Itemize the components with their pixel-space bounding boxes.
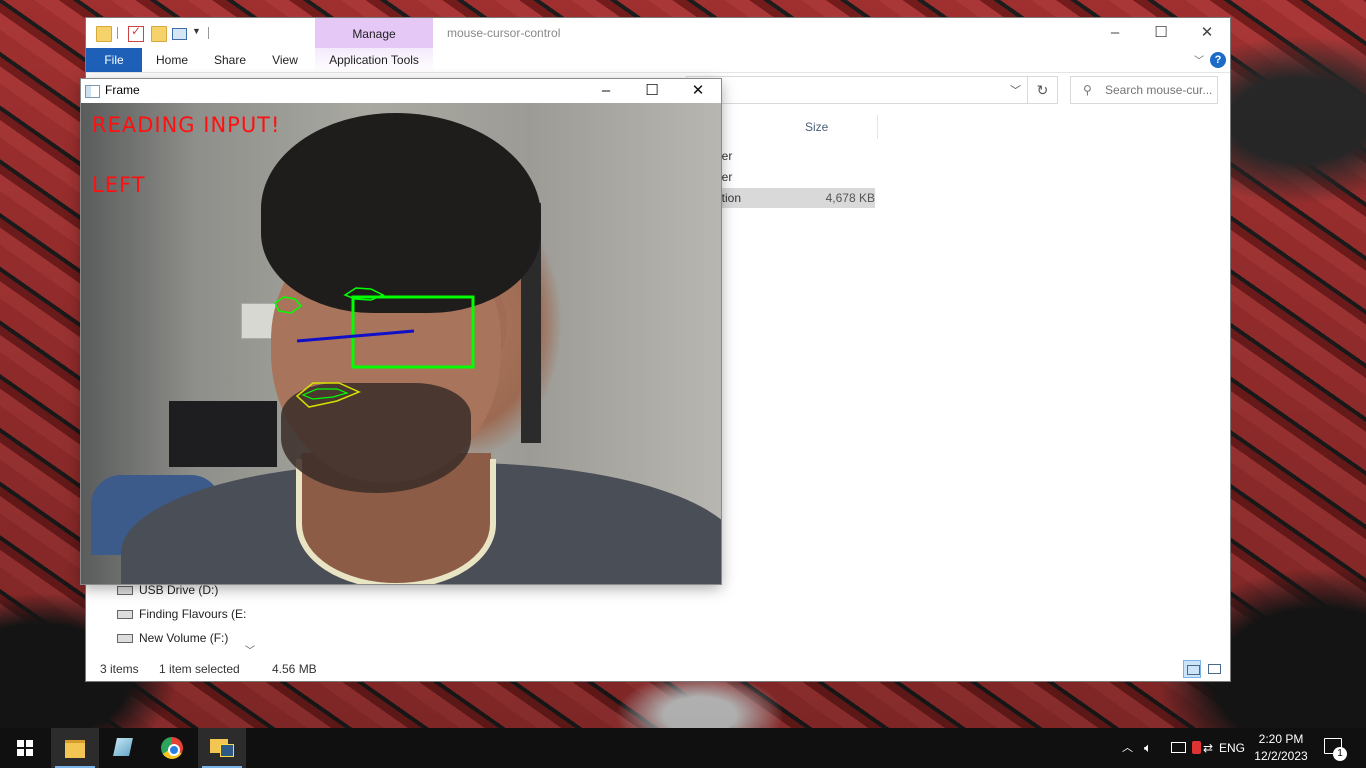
sync-icon[interactable]: ⇄: [1203, 728, 1213, 768]
chevron-down-icon[interactable]: ﹀: [1010, 82, 1021, 98]
search-icon: ⚲: [1083, 83, 1092, 97]
nav-item-label: New Volume (F:): [139, 631, 229, 645]
tab-share[interactable]: Share: [205, 48, 255, 72]
details-view-icon: [1187, 665, 1200, 675]
frame-title: Frame: [105, 83, 140, 97]
maximize-button[interactable]: ☐: [1138, 18, 1184, 48]
tab-file[interactable]: File: [86, 48, 142, 72]
tab-application-tools[interactable]: Application Tools: [315, 48, 433, 72]
toolbar-divider: [208, 27, 209, 39]
clock-date: 12/2/2023: [1254, 749, 1308, 763]
frame-window: Frame – ☐ ✕ READING INPUT! LEFT: [81, 79, 721, 584]
rename-icon[interactable]: [172, 28, 187, 40]
ribbon-tabs: File Home Share View Application Tools ﹀…: [86, 48, 1230, 73]
network-monitor-shape: [1171, 742, 1186, 753]
file-size: 4,678 KB: [797, 188, 875, 208]
details-view-button[interactable]: [1183, 660, 1201, 678]
item-count: 3 items: [100, 662, 139, 676]
large-icons-view-button[interactable]: [1205, 660, 1223, 678]
clock-time: 2:20 PM: [1258, 732, 1304, 746]
ribbon-collapse-chevron-icon[interactable]: ﹀: [1194, 52, 1204, 67]
tab-home[interactable]: Home: [147, 48, 197, 72]
drive-icon: [117, 610, 133, 619]
drive-icon: [117, 634, 133, 643]
file-row[interactable]: der: [715, 146, 875, 166]
tab-view[interactable]: View: [263, 48, 307, 72]
frame-close-button[interactable]: ✕: [675, 79, 721, 103]
app-window-icon: [85, 85, 100, 98]
mouth-contour: [295, 382, 361, 408]
nav-item-new-volume[interactable]: New Volume (F:): [117, 627, 229, 649]
close-button[interactable]: ✕: [1184, 18, 1230, 48]
python-icon: [220, 744, 234, 757]
taskbar-notepad[interactable]: [99, 728, 147, 768]
address-bar[interactable]: ﹀: [686, 76, 1028, 104]
gaze-direction-line: [296, 329, 415, 343]
nav-item-finding-flavours[interactable]: Finding Flavours (E:: [117, 603, 247, 625]
scroll-down-chevron-icon[interactable]: ﹀: [245, 642, 255, 657]
search-input[interactable]: [1105, 81, 1213, 99]
landmark-overlay: [274, 287, 475, 408]
inner-mouth-contour: [301, 388, 349, 400]
folder-icon: [96, 26, 112, 42]
taskbar-file-explorer[interactable]: [51, 728, 99, 768]
taskbar-python[interactable]: [198, 728, 246, 768]
frame-minimize-button[interactable]: –: [583, 79, 629, 103]
window-title: mouse-cursor-control: [447, 26, 561, 40]
toolbar-divider: [117, 27, 118, 39]
file-row[interactable]: der: [715, 167, 875, 187]
frame-titlebar[interactable]: Frame – ☐ ✕: [81, 79, 721, 103]
left-eye-contour: [274, 296, 303, 314]
taskbar-chrome[interactable]: [148, 728, 196, 768]
properties-check-icon[interactable]: [128, 24, 144, 42]
clock[interactable]: 2:20 PM 12/2/2023: [1250, 731, 1312, 765]
file-explorer-icon: [65, 740, 85, 758]
taskbar: ︿ 🔈︎ ⇄ ENG 2:20 PM 12/2/2023 1: [0, 728, 1366, 768]
customize-toolbar-chevron-icon[interactable]: ▼: [192, 26, 201, 36]
new-folder-icon[interactable]: [151, 26, 167, 42]
manage-tab[interactable]: Manage: [315, 18, 433, 48]
show-hidden-icons-chevron-icon[interactable]: ︿: [1122, 728, 1133, 768]
camera-feed: READING INPUT! LEFT: [81, 103, 721, 584]
selected-size: 4.56 MB: [272, 662, 317, 676]
nav-item-label: USB Drive (D:): [139, 583, 219, 597]
volume-icon[interactable]: 🔈︎: [1144, 728, 1152, 768]
status-bar: 3 items 1 item selected 4.56 MB: [86, 658, 1230, 681]
drive-icon: [117, 586, 133, 595]
search-box[interactable]: ⚲: [1070, 76, 1218, 104]
help-icon[interactable]: ?: [1210, 52, 1226, 68]
quick-access-toolbar: ▼ Manage mouse-cursor-control – ☐ ✕: [86, 18, 1230, 48]
large-icons-view-icon: [1208, 664, 1221, 674]
notepad-icon: [113, 738, 133, 756]
minimize-button[interactable]: –: [1092, 18, 1138, 48]
refresh-button[interactable]: ↻: [1028, 76, 1058, 104]
nav-item-label: Finding Flavours (E:: [139, 607, 247, 621]
column-header-size[interactable]: Size: [805, 115, 828, 139]
antivirus-badge-shape: [1192, 741, 1201, 754]
direction-overlay-text: LEFT: [92, 173, 146, 197]
notification-count: 1: [1333, 747, 1347, 761]
start-button[interactable]: [0, 728, 48, 768]
start-icon: [17, 740, 33, 756]
chrome-center: [168, 744, 180, 756]
language-indicator[interactable]: ENG: [1219, 728, 1245, 768]
column-divider: [877, 115, 878, 139]
selected-count: 1 item selected: [159, 662, 240, 676]
status-overlay-text: READING INPUT!: [92, 113, 281, 137]
frame-maximize-button[interactable]: ☐: [629, 79, 675, 103]
